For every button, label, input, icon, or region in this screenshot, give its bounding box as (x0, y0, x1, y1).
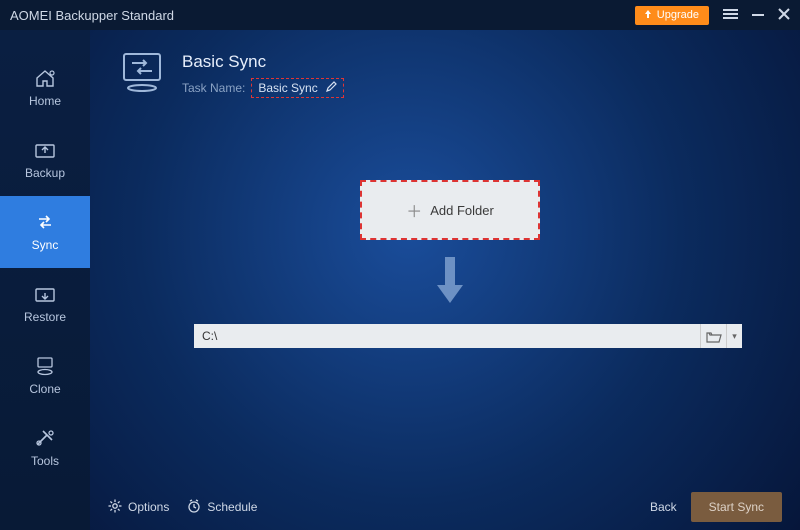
sidebar-item-restore[interactable]: Restore (0, 268, 90, 340)
sidebar-item-label: Tools (31, 454, 59, 468)
task-name-row: Task Name: Basic Sync (182, 78, 344, 98)
sidebar-item-backup[interactable]: Backup (0, 124, 90, 196)
plus-icon: ＋ (406, 198, 422, 222)
start-sync-button[interactable]: Start Sync (691, 492, 782, 522)
clone-icon (33, 356, 57, 376)
task-name-input[interactable]: Basic Sync (251, 78, 343, 98)
pencil-icon (326, 81, 337, 95)
sidebar-item-label: Clone (29, 382, 60, 396)
sidebar-item-sync[interactable]: Sync (0, 196, 90, 268)
page-header: Basic Sync Task Name: Basic Sync (90, 30, 800, 98)
footer: Options Schedule Back Start Sync (90, 484, 800, 530)
upgrade-icon (643, 9, 653, 22)
page-title: Basic Sync (182, 52, 344, 72)
browse-folder-button[interactable] (700, 324, 726, 348)
close-button[interactable] (778, 7, 790, 23)
schedule-button[interactable]: Schedule (187, 499, 257, 516)
task-name-value: Basic Sync (258, 81, 317, 95)
sidebar-item-home[interactable]: Home (0, 52, 90, 124)
gear-icon (108, 499, 122, 516)
main-panel: Basic Sync Task Name: Basic Sync ＋ Add F… (90, 30, 800, 530)
restore-icon (33, 284, 57, 304)
folder-open-icon (706, 330, 722, 343)
destination-dropdown-button[interactable]: ▾ (726, 324, 742, 348)
options-label: Options (128, 500, 169, 514)
sidebar: Home Backup Sync Restore Clone (0, 30, 90, 530)
menu-icon[interactable] (723, 7, 738, 23)
sidebar-item-label: Backup (25, 166, 65, 180)
back-button[interactable]: Back (650, 500, 677, 514)
upgrade-button[interactable]: Upgrade (635, 6, 709, 25)
page-titles: Basic Sync Task Name: Basic Sync (182, 52, 344, 98)
upgrade-label: Upgrade (657, 9, 699, 21)
sidebar-item-label: Restore (24, 310, 66, 324)
sidebar-item-label: Home (29, 94, 61, 108)
minimize-button[interactable] (752, 7, 764, 23)
clock-icon (187, 499, 201, 516)
arrow-down-icon (435, 255, 465, 310)
destination-path-input[interactable]: C:\ (194, 329, 700, 343)
titlebar: AOMEI Backupper Standard Upgrade (0, 0, 800, 30)
page-sync-icon (118, 52, 166, 92)
add-folder-button[interactable]: ＋ Add Folder (360, 180, 540, 240)
add-folder-label: Add Folder (430, 203, 494, 218)
home-icon (33, 68, 57, 88)
sidebar-item-clone[interactable]: Clone (0, 340, 90, 412)
destination-path-row: C:\ ▾ (194, 324, 742, 348)
sync-icon (33, 212, 57, 232)
schedule-label: Schedule (207, 500, 257, 514)
sidebar-item-label: Sync (32, 238, 59, 252)
options-button[interactable]: Options (108, 499, 169, 516)
app-body: Home Backup Sync Restore Clone (0, 30, 800, 530)
backup-icon (33, 140, 57, 160)
sidebar-item-tools[interactable]: Tools (0, 412, 90, 484)
task-name-label: Task Name: (182, 81, 245, 95)
app-title: AOMEI Backupper Standard (10, 8, 635, 23)
tools-icon (33, 428, 57, 448)
